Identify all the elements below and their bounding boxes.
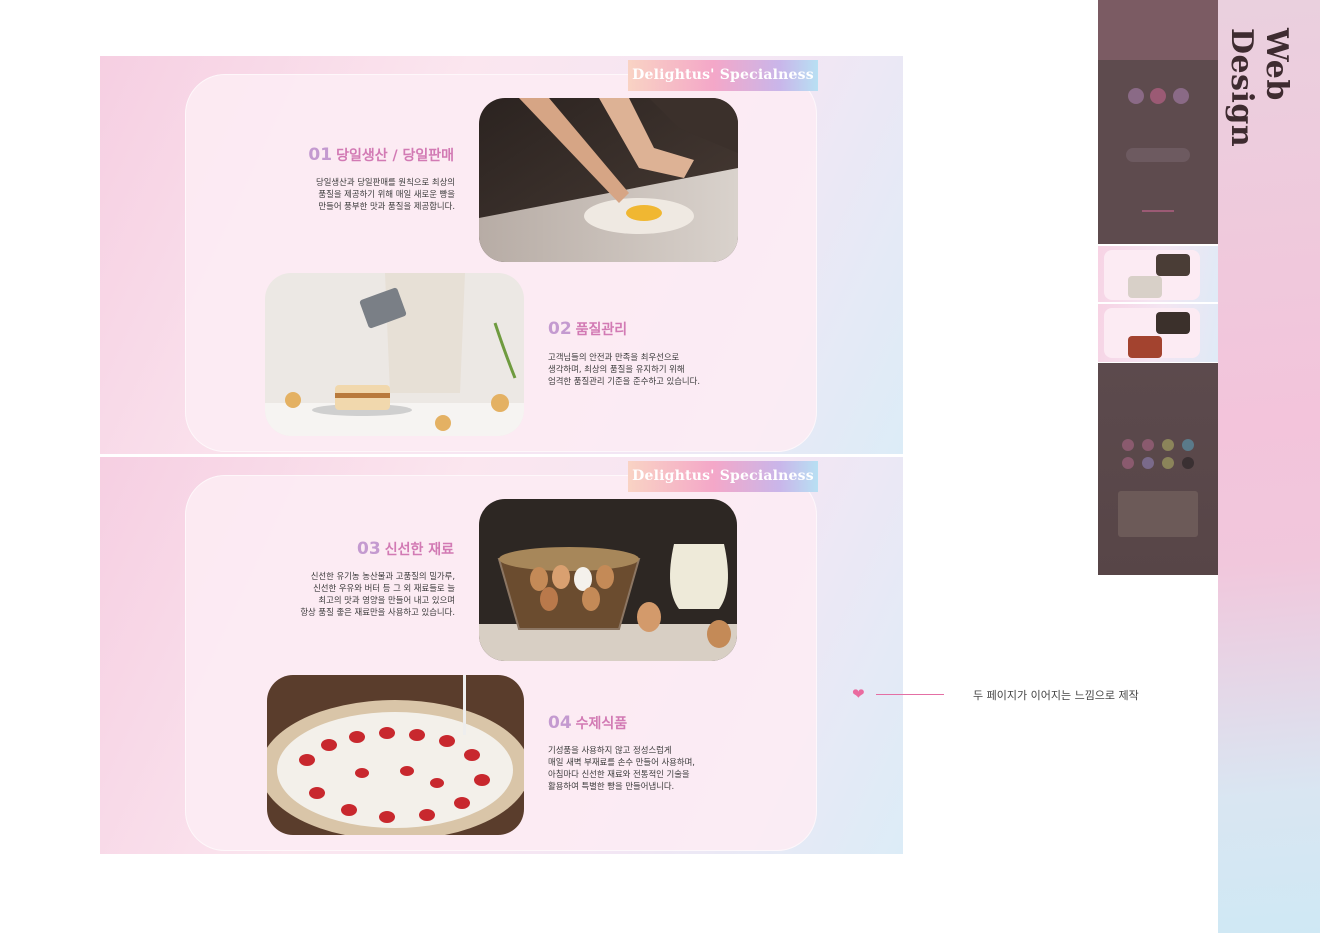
thumbnail-specialness-2-preview — [1104, 308, 1200, 358]
annotation-leader-line — [876, 694, 944, 695]
feature-02-description: 고객님들의 안전과 만족을 최우선으로 생각하며, 최상의 품질을 유지하기 위… — [548, 352, 700, 386]
specialness-panel-2: Delightus' Specialness 03 신선한 재료 신선한 유기농 … — [100, 457, 903, 854]
page-thumbnail-column — [1098, 0, 1218, 575]
thumbnail-hero-section — [1098, 0, 1218, 244]
feature-03-title: 03 신선한 재료 — [357, 539, 454, 559]
woman-with-tablet-cake-photo — [265, 273, 524, 436]
annotation-text: 두 페이지가 이어지는 느낌으로 제작 — [973, 689, 1139, 702]
cake-display-illustration — [265, 273, 524, 436]
feature-02-heading: 품질관리 — [575, 322, 628, 338]
feature-02-number: 02 — [548, 319, 572, 339]
strawberry-pie-photo — [267, 675, 524, 835]
portfolio-page: Delightus' Specialness 01 당일생산 / 당일판매 당일생… — [0, 0, 1320, 933]
feature-03-number: 03 — [357, 539, 381, 559]
specialness-panel-1: Delightus' Specialness 01 당일생산 / 당일판매 당일생… — [100, 56, 903, 454]
baker-kneading-dough-photo — [479, 98, 738, 262]
feature-04-title: 04 수제식품 — [548, 713, 627, 733]
baker-kneading-illustration — [479, 98, 738, 262]
feature-04-description: 기성품을 사용하지 않고 정성스럽게 매일 새벽 부재료를 손수 만들어 사용하… — [548, 745, 695, 791]
thumbnail-specialness-1-preview — [1104, 250, 1200, 300]
feature-01-number: 01 — [308, 145, 333, 165]
thumbnail-menu-section — [1098, 363, 1218, 575]
thumbnail-specialness-2 — [1098, 304, 1218, 362]
thumbnail-specialness-1 — [1098, 246, 1218, 302]
egg-basket-photo — [479, 499, 737, 661]
feature-04-heading: 수제식품 — [575, 716, 628, 732]
thumbnail-menu-preview — [1118, 439, 1198, 537]
feature-03-heading: 신선한 재료 — [384, 542, 454, 558]
brand-tag: Delightus' Specialness — [628, 461, 818, 492]
egg-basket-illustration — [479, 499, 737, 661]
feature-04-number: 04 — [548, 713, 572, 733]
feature-02-title: 02 품질관리 — [548, 319, 627, 339]
brand-tag: Delightus' Specialness — [628, 60, 818, 91]
feature-03-description: 신선한 유기농 농산물과 고품질의 밀가루, 신선한 우유와 버터 등 그 외 … — [300, 571, 455, 617]
feature-01-description: 당일생산과 당일판매를 원칙으로 최상의 품질을 제공하기 위해 매일 새로운 … — [316, 177, 455, 211]
thumbnail-hero-preview — [1098, 0, 1218, 244]
strawberry-pie-illustration — [267, 675, 524, 835]
annotation: ❤ 두 페이지가 이어지는 느낌으로 제작 — [852, 685, 1172, 705]
feature-01-heading: 당일생산 / 당일판매 — [336, 148, 454, 164]
heart-icon: ❤ — [852, 685, 865, 703]
feature-01-title: 01 당일생산 / 당일판매 — [308, 145, 454, 165]
side-title: Web Design — [1224, 28, 1294, 148]
